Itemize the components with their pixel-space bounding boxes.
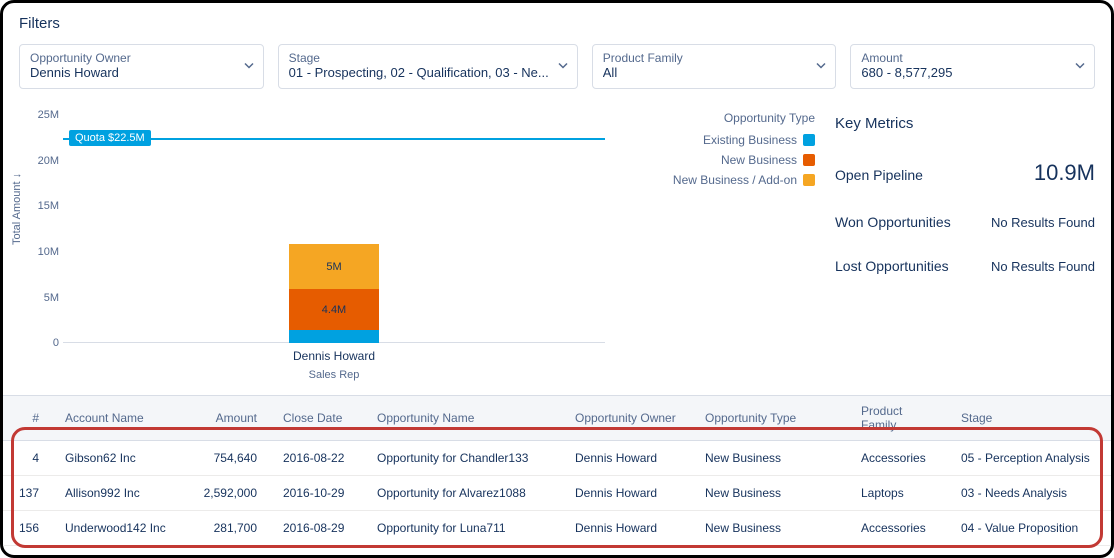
cell-product-family: Laptops <box>849 476 949 511</box>
cell-close-date: 2016-08-29 <box>271 511 365 546</box>
table-row[interactable]: 137Allison992 Inc2,592,0002016-10-29Oppo… <box>3 476 1111 511</box>
bar-segment: 5M <box>289 244 379 290</box>
chevron-down-icon <box>243 59 255 74</box>
cell-product-family: Accessories <box>849 441 949 476</box>
filter-value: 680 - 8,577,295 <box>861 65 1066 82</box>
cell-stage: 04 - Value Proposition <box>949 511 1111 546</box>
y-tick: 5M <box>29 292 59 304</box>
cell-opportunity-name: Opportunity for Alvarez1088 <box>365 476 563 511</box>
col-stage[interactable]: Stage <box>949 396 1111 441</box>
metric-label: Won Opportunities <box>835 214 951 230</box>
col-opportunity-type[interactable]: Opportunity Type <box>693 396 849 441</box>
quota-badge: Quota $22.5M <box>69 130 151 146</box>
filter-stage[interactable]: Stage 01 - Prospecting, 02 - Qualificati… <box>278 44 578 89</box>
cell-account-name: Underwood142 Inc <box>53 511 183 546</box>
cell-amount: 2,592,000 <box>183 476 271 511</box>
metric-label: Lost Opportunities <box>835 258 949 274</box>
cell-opportunity-type: New Business <box>693 476 849 511</box>
key-metrics: Key Metrics Open Pipeline 10.9M Won Oppo… <box>835 105 1095 385</box>
cell-opportunity-owner: Dennis Howard <box>563 511 693 546</box>
chevron-down-icon <box>1074 59 1086 74</box>
table-row[interactable]: 156Underwood142 Inc281,7002016-08-29Oppo… <box>3 511 1111 546</box>
metrics-title: Key Metrics <box>835 115 1095 132</box>
cell-stage: 03 - Needs Analysis <box>949 476 1111 511</box>
table-row[interactable]: 4Gibson62 Inc754,6402016-08-22Opportunit… <box>3 441 1111 476</box>
filter-product-family[interactable]: Product Family All <box>592 44 837 89</box>
filter-value: Dennis Howard <box>30 65 235 82</box>
cell-stage: 05 - Perception Analysis <box>949 441 1111 476</box>
col-opportunity-name[interactable]: Opportunity Name <box>365 396 563 441</box>
cell-opportunity-type: New Business <box>693 441 849 476</box>
cell-opportunity-name: Opportunity for Luna711 <box>365 511 563 546</box>
data-table: # Account Name Amount Close Date Opportu… <box>3 395 1111 546</box>
y-tick: 0 <box>29 337 59 349</box>
cell-opportunity-owner: Dennis Howard <box>563 441 693 476</box>
y-tick: 20M <box>29 155 59 167</box>
filters-title: Filters <box>19 15 1095 32</box>
chevron-down-icon <box>815 59 827 74</box>
chevron-down-icon <box>557 59 569 74</box>
col-account-name[interactable]: Account Name <box>53 396 183 441</box>
cell-account-name: Gibson62 Inc <box>53 441 183 476</box>
filter-amount[interactable]: Amount 680 - 8,577,295 <box>850 44 1095 89</box>
swatch-icon <box>803 174 815 186</box>
metric-value: 10.9M <box>1034 160 1095 186</box>
legend-item: Existing Business <box>625 133 815 147</box>
col-close-date[interactable]: Close Date <box>271 396 365 441</box>
legend: Opportunity Type Existing Business New B… <box>625 105 815 385</box>
metric-lost-opportunities: Lost Opportunities No Results Found <box>835 258 1095 274</box>
y-axis-label: Total Amount ↓ <box>11 173 23 245</box>
cell-index: 137 <box>3 476 53 511</box>
col-amount[interactable]: Amount <box>183 396 271 441</box>
filter-label: Amount <box>861 51 1066 65</box>
cell-close-date: 2016-08-22 <box>271 441 365 476</box>
filter-row: Opportunity Owner Dennis Howard Stage 01… <box>19 44 1095 89</box>
metric-won-opportunities: Won Opportunities No Results Found <box>835 214 1095 230</box>
x-category: Dennis Howard <box>293 349 375 363</box>
cell-account-name: Allison992 Inc <box>53 476 183 511</box>
swatch-icon <box>803 154 815 166</box>
bar-segment: 4.4M <box>289 289 379 329</box>
cell-opportunity-owner: Dennis Howard <box>563 476 693 511</box>
cell-index: 156 <box>3 511 53 546</box>
chart: Total Amount ↓ 05M10M15M20M25MQuota $22.… <box>19 105 605 385</box>
cell-index: 4 <box>3 441 53 476</box>
filter-label: Opportunity Owner <box>30 51 235 65</box>
cell-product-family: Accessories <box>849 511 949 546</box>
cell-opportunity-type: New Business <box>693 511 849 546</box>
y-tick: 15M <box>29 200 59 212</box>
data-table-wrap: # Account Name Amount Close Date Opportu… <box>3 395 1111 546</box>
filter-opportunity-owner[interactable]: Opportunity Owner Dennis Howard <box>19 44 264 89</box>
col-opportunity-owner[interactable]: Opportunity Owner <box>563 396 693 441</box>
cell-close-date: 2016-10-29 <box>271 476 365 511</box>
swatch-icon <box>803 134 815 146</box>
metric-label: Open Pipeline <box>835 167 923 183</box>
metric-value: No Results Found <box>991 259 1095 274</box>
col-product-family[interactable]: Product Family <box>849 396 949 441</box>
filter-value: 01 - Prospecting, 02 - Qualification, 03… <box>289 65 549 82</box>
cell-amount: 754,640 <box>183 441 271 476</box>
legend-item: New Business <box>625 153 815 167</box>
y-tick: 25M <box>29 109 59 121</box>
filter-label: Stage <box>289 51 549 65</box>
table-header-row: # Account Name Amount Close Date Opportu… <box>3 396 1111 441</box>
legend-item: New Business / Add-on <box>625 173 815 187</box>
col-index[interactable]: # <box>3 396 53 441</box>
y-tick: 10M <box>29 246 59 258</box>
filter-value: All <box>603 65 808 82</box>
legend-title: Opportunity Type <box>625 111 815 125</box>
metric-open-pipeline: Open Pipeline 10.9M <box>835 160 1095 186</box>
bar-stack: 5M4.4M <box>289 244 379 343</box>
x-axis-label: Sales Rep <box>309 369 360 381</box>
cell-opportunity-name: Opportunity for Chandler133 <box>365 441 563 476</box>
filter-label: Product Family <box>603 51 808 65</box>
bar-segment <box>289 330 379 344</box>
metric-value: No Results Found <box>991 215 1095 230</box>
cell-amount: 281,700 <box>183 511 271 546</box>
